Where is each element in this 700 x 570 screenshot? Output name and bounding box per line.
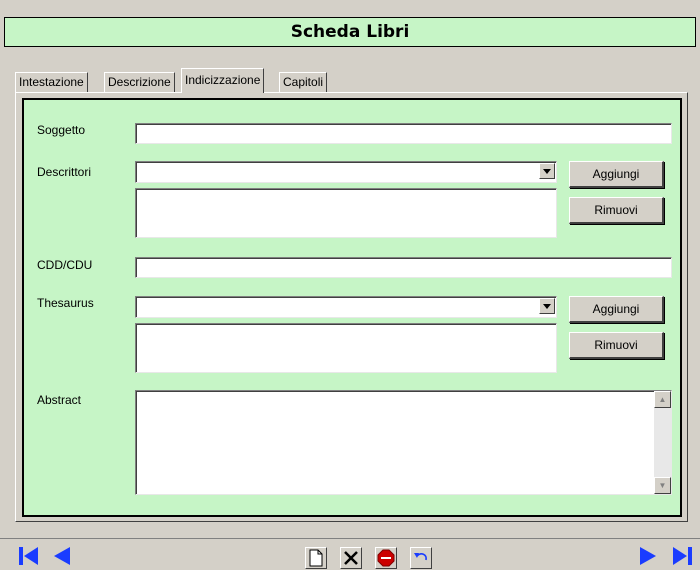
last-record-button[interactable]	[670, 545, 694, 569]
new-record-icon	[309, 549, 323, 567]
previous-record-icon	[54, 547, 70, 565]
navigation-toolbar	[0, 538, 700, 570]
abstract-scrollbar[interactable]: ▲ ▼	[654, 391, 671, 494]
scroll-down-icon[interactable]: ▼	[654, 477, 671, 494]
thesaurus-remove-button[interactable]: Rimuovi	[569, 332, 664, 359]
thesaurus-list[interactable]	[135, 323, 557, 373]
thesaurus-dropdown-arrow[interactable]	[539, 298, 555, 314]
descrittori-combo[interactable]	[135, 161, 557, 183]
scroll-up-icon[interactable]: ▲	[654, 391, 671, 408]
descrittori-list[interactable]	[135, 188, 557, 238]
new-record-button[interactable]	[305, 547, 327, 569]
descrittori-add-button[interactable]: Aggiungi	[569, 161, 664, 188]
descrittori-label: Descrittori	[37, 165, 92, 179]
indicizzazione-form: Soggetto Descrittori Aggiungi Rimuovi CD…	[22, 98, 682, 517]
tab-capitoli[interactable]: Capitoli	[279, 72, 328, 92]
previous-record-button[interactable]	[50, 545, 74, 569]
window-title: Scheda Libri	[4, 17, 696, 47]
chevron-down-icon	[543, 169, 551, 174]
delete-record-button[interactable]	[340, 547, 362, 569]
thesaurus-add-button[interactable]: Aggiungi	[569, 296, 664, 323]
thesaurus-label: Thesaurus	[37, 296, 94, 310]
first-record-icon	[19, 547, 38, 565]
undo-icon	[414, 553, 427, 561]
undo-button[interactable]	[410, 547, 432, 569]
descrittori-dropdown-arrow[interactable]	[539, 163, 555, 179]
next-record-button[interactable]	[636, 545, 660, 569]
delete-record-icon	[344, 551, 358, 565]
cdd-label: CDD/CDU	[37, 258, 93, 272]
chevron-down-icon	[543, 304, 551, 309]
tab-descrizione[interactable]: Descrizione	[104, 72, 175, 92]
stop-button[interactable]	[375, 547, 397, 569]
cdd-input[interactable]	[135, 257, 672, 278]
tab-indicizzazione[interactable]: Indicizzazione	[181, 68, 265, 93]
abstract-textarea[interactable]: ▲ ▼	[135, 390, 672, 495]
last-record-icon	[673, 547, 692, 565]
thesaurus-combo[interactable]	[135, 296, 557, 318]
next-record-icon	[640, 547, 656, 565]
descrittori-remove-button[interactable]: Rimuovi	[569, 197, 664, 224]
abstract-label: Abstract	[37, 393, 82, 407]
soggetto-input[interactable]	[135, 123, 672, 144]
tab-intestazione[interactable]: Intestazione	[15, 72, 88, 92]
soggetto-label: Soggetto	[37, 123, 86, 137]
stop-icon	[377, 549, 395, 567]
first-record-button[interactable]	[17, 545, 41, 569]
tab-panel: Soggetto Descrittori Aggiungi Rimuovi CD…	[15, 92, 688, 522]
